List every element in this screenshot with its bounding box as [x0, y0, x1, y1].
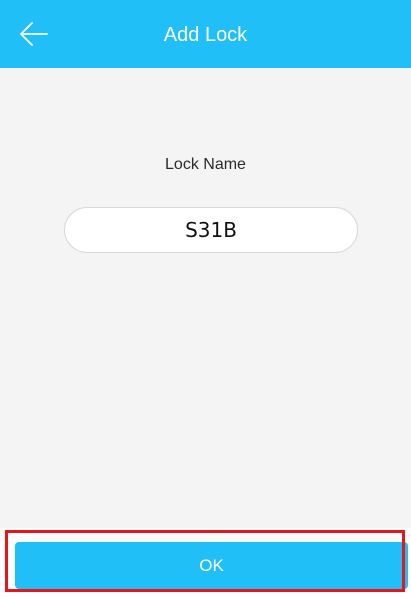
page-title: Add Lock — [163, 24, 248, 46]
lock-name-input[interactable] — [64, 207, 358, 253]
lock-name-label: Lock Name — [165, 156, 246, 173]
lock-form: Lock Name — [0, 68, 411, 528]
app-header: Add Lock — [0, 0, 411, 68]
ok-button[interactable]: OK — [15, 542, 408, 589]
